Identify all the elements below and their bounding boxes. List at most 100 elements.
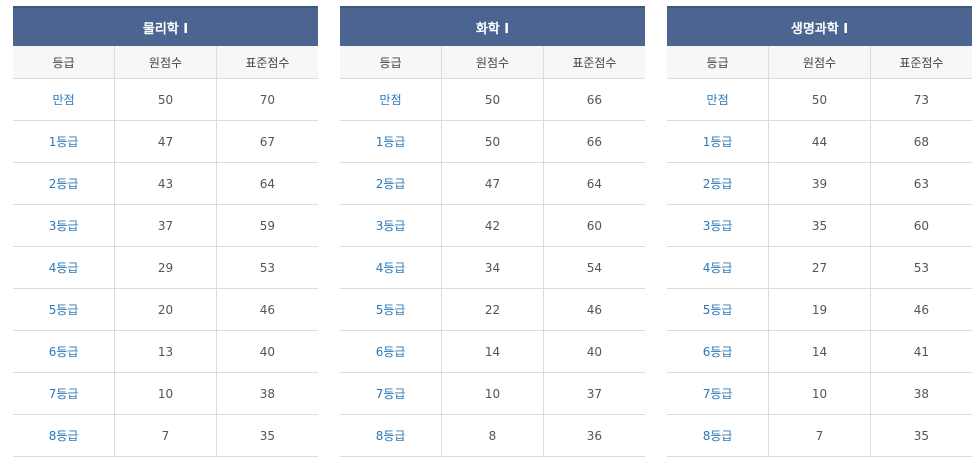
table-row: 2등급 43 64 xyxy=(13,162,318,205)
grade-cell[interactable]: 2등급 xyxy=(667,162,770,205)
raw-score-cell: 44 xyxy=(768,120,871,163)
table-row: 3등급 35 60 xyxy=(667,204,972,247)
grade-table: 등급 원점수 표준점수 만점 50 66 1등급 50 66 2등급 47 64 3등급 42… xyxy=(340,46,645,457)
raw-score-cell: 50 xyxy=(441,120,544,163)
raw-score-cell: 43 xyxy=(114,162,217,205)
standard-score-cell: 41 xyxy=(870,330,972,373)
table-row: 6등급 13 40 xyxy=(13,330,318,373)
raw-score-cell: 34 xyxy=(441,246,544,289)
grade-cell[interactable]: 7등급 xyxy=(667,372,770,415)
raw-score-cell: 20 xyxy=(114,288,217,331)
table-row: 5등급 20 46 xyxy=(13,288,318,331)
raw-score-cell: 50 xyxy=(441,78,544,121)
table-row: 2등급 39 63 xyxy=(667,162,972,205)
standard-score-cell: 35 xyxy=(216,414,318,457)
grade-cell[interactable]: 1등급 xyxy=(13,120,116,163)
col-header-grade: 등급 xyxy=(340,46,443,79)
grade-table: 등급 원점수 표준점수 만점 50 70 1등급 47 67 2등급 43 64 3등급 37… xyxy=(13,46,318,457)
col-header-standard-score: 표준점수 xyxy=(543,46,645,79)
grade-cell[interactable]: 6등급 xyxy=(13,330,116,373)
table-title: 물리학 I xyxy=(13,6,318,46)
grade-cell[interactable]: 5등급 xyxy=(667,288,770,331)
table-row: 3등급 37 59 xyxy=(13,204,318,247)
raw-score-cell: 19 xyxy=(768,288,871,331)
grade-cell[interactable]: 7등급 xyxy=(340,372,443,415)
score-table-life-science: 생명과학 I 등급 원점수 표준점수 만점 50 73 1등급 44 68 2등급 39 6… xyxy=(667,6,972,457)
grade-cell[interactable]: 1등급 xyxy=(340,120,443,163)
grade-cell[interactable]: 5등급 xyxy=(13,288,116,331)
grade-table: 등급 원점수 표준점수 만점 50 73 1등급 44 68 2등급 39 63 3등급 35… xyxy=(667,46,972,457)
grade-cell[interactable]: 만점 xyxy=(13,78,116,121)
standard-score-cell: 38 xyxy=(870,372,972,415)
grade-cell[interactable]: 4등급 xyxy=(13,246,116,289)
raw-score-cell: 42 xyxy=(441,204,544,247)
grade-cell[interactable]: 7등급 xyxy=(13,372,116,415)
score-table-physics: 물리학 I 등급 원점수 표준점수 만점 50 70 1등급 47 67 2등급 43 64… xyxy=(13,6,318,457)
table-row: 4등급 29 53 xyxy=(13,246,318,289)
raw-score-cell: 10 xyxy=(768,372,871,415)
header-row: 등급 원점수 표준점수 xyxy=(340,46,645,79)
col-header-raw-score: 원점수 xyxy=(114,46,217,79)
standard-score-cell: 60 xyxy=(870,204,972,247)
standard-score-cell: 40 xyxy=(216,330,318,373)
table-row: 6등급 14 40 xyxy=(340,330,645,373)
raw-score-cell: 7 xyxy=(114,414,217,457)
table-row: 1등급 47 67 xyxy=(13,120,318,163)
raw-score-cell: 14 xyxy=(441,330,544,373)
standard-score-cell: 67 xyxy=(216,120,318,163)
col-header-standard-score: 표준점수 xyxy=(870,46,972,79)
grade-cell[interactable]: 8등급 xyxy=(13,414,116,457)
grade-cell[interactable]: 3등급 xyxy=(13,204,116,247)
raw-score-cell: 22 xyxy=(441,288,544,331)
table-row: 만점 50 70 xyxy=(13,78,318,121)
standard-score-cell: 35 xyxy=(870,414,972,457)
col-header-grade: 등급 xyxy=(667,46,770,79)
standard-score-cell: 53 xyxy=(216,246,318,289)
score-table-chemistry: 화학 I 등급 원점수 표준점수 만점 50 66 1등급 50 66 2등급 47 64 … xyxy=(340,6,645,457)
raw-score-cell: 39 xyxy=(768,162,871,205)
header-row: 등급 원점수 표준점수 xyxy=(13,46,318,79)
raw-score-cell: 47 xyxy=(114,120,217,163)
table-row: 6등급 14 41 xyxy=(667,330,972,373)
raw-score-cell: 8 xyxy=(441,414,544,457)
standard-score-cell: 46 xyxy=(543,288,645,331)
table-row: 4등급 27 53 xyxy=(667,246,972,289)
col-header-standard-score: 표준점수 xyxy=(216,46,318,79)
grade-cell[interactable]: 1등급 xyxy=(667,120,770,163)
grade-cell[interactable]: 4등급 xyxy=(667,246,770,289)
raw-score-cell: 35 xyxy=(768,204,871,247)
raw-score-cell: 10 xyxy=(441,372,544,415)
raw-score-cell: 37 xyxy=(114,204,217,247)
table-row: 1등급 44 68 xyxy=(667,120,972,163)
grade-cell[interactable]: 6등급 xyxy=(667,330,770,373)
header-row: 등급 원점수 표준점수 xyxy=(667,46,972,79)
raw-score-cell: 50 xyxy=(114,78,217,121)
table-row: 8등급 8 36 xyxy=(340,414,645,457)
table-row: 8등급 7 35 xyxy=(667,414,972,457)
table-title: 생명과학 I xyxy=(667,6,972,46)
table-row: 만점 50 66 xyxy=(340,78,645,121)
standard-score-cell: 38 xyxy=(216,372,318,415)
raw-score-cell: 13 xyxy=(114,330,217,373)
grade-cell[interactable]: 5등급 xyxy=(340,288,443,331)
table-row: 7등급 10 38 xyxy=(667,372,972,415)
raw-score-cell: 47 xyxy=(441,162,544,205)
standard-score-cell: 73 xyxy=(870,78,972,121)
table-row: 1등급 50 66 xyxy=(340,120,645,163)
raw-score-cell: 7 xyxy=(768,414,871,457)
grade-cell[interactable]: 8등급 xyxy=(667,414,770,457)
raw-score-cell: 10 xyxy=(114,372,217,415)
standard-score-cell: 70 xyxy=(216,78,318,121)
grade-cell[interactable]: 2등급 xyxy=(340,162,443,205)
grade-cell[interactable]: 3등급 xyxy=(667,204,770,247)
col-header-raw-score: 원점수 xyxy=(768,46,871,79)
grade-cell[interactable]: 2등급 xyxy=(13,162,116,205)
grade-cell[interactable]: 4등급 xyxy=(340,246,443,289)
grade-cell[interactable]: 만점 xyxy=(340,78,443,121)
table-row: 7등급 10 37 xyxy=(340,372,645,415)
standard-score-cell: 64 xyxy=(543,162,645,205)
grade-cell[interactable]: 6등급 xyxy=(340,330,443,373)
grade-cell[interactable]: 8등급 xyxy=(340,414,443,457)
grade-cell[interactable]: 만점 xyxy=(667,78,770,121)
grade-cell[interactable]: 3등급 xyxy=(340,204,443,247)
